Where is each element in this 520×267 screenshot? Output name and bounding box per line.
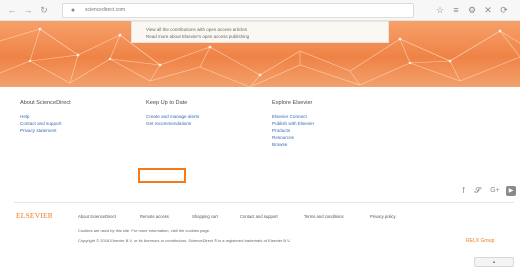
footer-link-privacy[interactable]: Privacy statement (20, 128, 57, 133)
relx-logo[interactable]: RELX Group (466, 238, 494, 244)
banner-message: View all the contributions with open acc… (131, 21, 389, 43)
sync-icon[interactable]: ⟳ (498, 3, 510, 17)
footer-link-recommendations[interactable]: Get recommendations (146, 121, 191, 126)
feedback-chip[interactable]: ▲ (474, 257, 514, 267)
focus-highlight (138, 168, 186, 183)
column-heading: Explore Elsevier (272, 100, 313, 106)
banner-line-1[interactable]: View all the contributions with open acc… (146, 27, 247, 32)
lock-icon: ● (70, 7, 76, 14)
bottom-link-remote-access[interactable]: Remote access (140, 214, 169, 219)
reading-list-icon[interactable]: ≡ (450, 3, 462, 17)
footer-divider (14, 202, 514, 203)
close-icon[interactable]: ✕ (482, 3, 494, 17)
reload-icon[interactable]: ↻ (38, 3, 50, 17)
star-icon[interactable]: ☆ (434, 3, 446, 17)
column-heading: About ScienceDirect (20, 100, 71, 106)
settings-icon[interactable]: ⚙ (466, 3, 478, 17)
youtube-icon[interactable]: ▶ (506, 186, 516, 196)
bottom-link-about[interactable]: About ScienceDirect (78, 214, 116, 219)
footer-link-contact[interactable]: Contact and support (20, 121, 61, 126)
bottom-link-shopping-cart[interactable]: Shopping cart (192, 214, 218, 219)
open-access-banner: View all the contributions with open acc… (0, 21, 520, 87)
twitter-icon[interactable]: 𝓢 (472, 186, 483, 196)
back-icon[interactable]: ← (6, 3, 18, 17)
bottom-link-terms[interactable]: Terms and conditions (304, 214, 344, 219)
bottom-link-contact-support[interactable]: Contact and support (240, 214, 278, 219)
google-plus-icon[interactable]: G+ (488, 186, 502, 196)
footer-link-products[interactable]: Products (272, 128, 290, 133)
chevron-up-icon: ▲ (492, 259, 496, 264)
cookie-notice: Cookies are used by this site. For more … (78, 228, 211, 233)
footer-link-publish[interactable]: Publish with Elsevier (272, 121, 314, 126)
elsevier-logo[interactable]: ELSEVIER (16, 211, 53, 220)
footer-link-browse[interactable]: Browse (272, 142, 287, 147)
footer-link-elsevier-connect[interactable]: Elsevier Connect (272, 114, 307, 119)
column-heading: Keep Up to Date (146, 100, 188, 106)
address-bar[interactable]: ● sciencedirect.com (62, 3, 414, 18)
footer-link-alerts[interactable]: Create and manage alerts (146, 114, 199, 119)
copyright-notice: Copyright © 2018 Elsevier B.V. or its li… (78, 238, 291, 243)
bottom-link-privacy[interactable]: Privacy policy (370, 214, 396, 219)
footer-link-help[interactable]: Help (20, 114, 29, 119)
footer-link-resources[interactable]: Resources (272, 135, 294, 140)
browser-toolbar: ← → ↻ ● sciencedirect.com ☆ ≡ ⚙ ✕ ⟳ (0, 0, 520, 21)
url-text: sciencedirect.com (85, 7, 126, 13)
forward-icon[interactable]: → (22, 3, 34, 17)
facebook-icon[interactable]: f (458, 186, 469, 196)
banner-line-2[interactable]: Read more about Elsevier's open access p… (146, 34, 249, 39)
